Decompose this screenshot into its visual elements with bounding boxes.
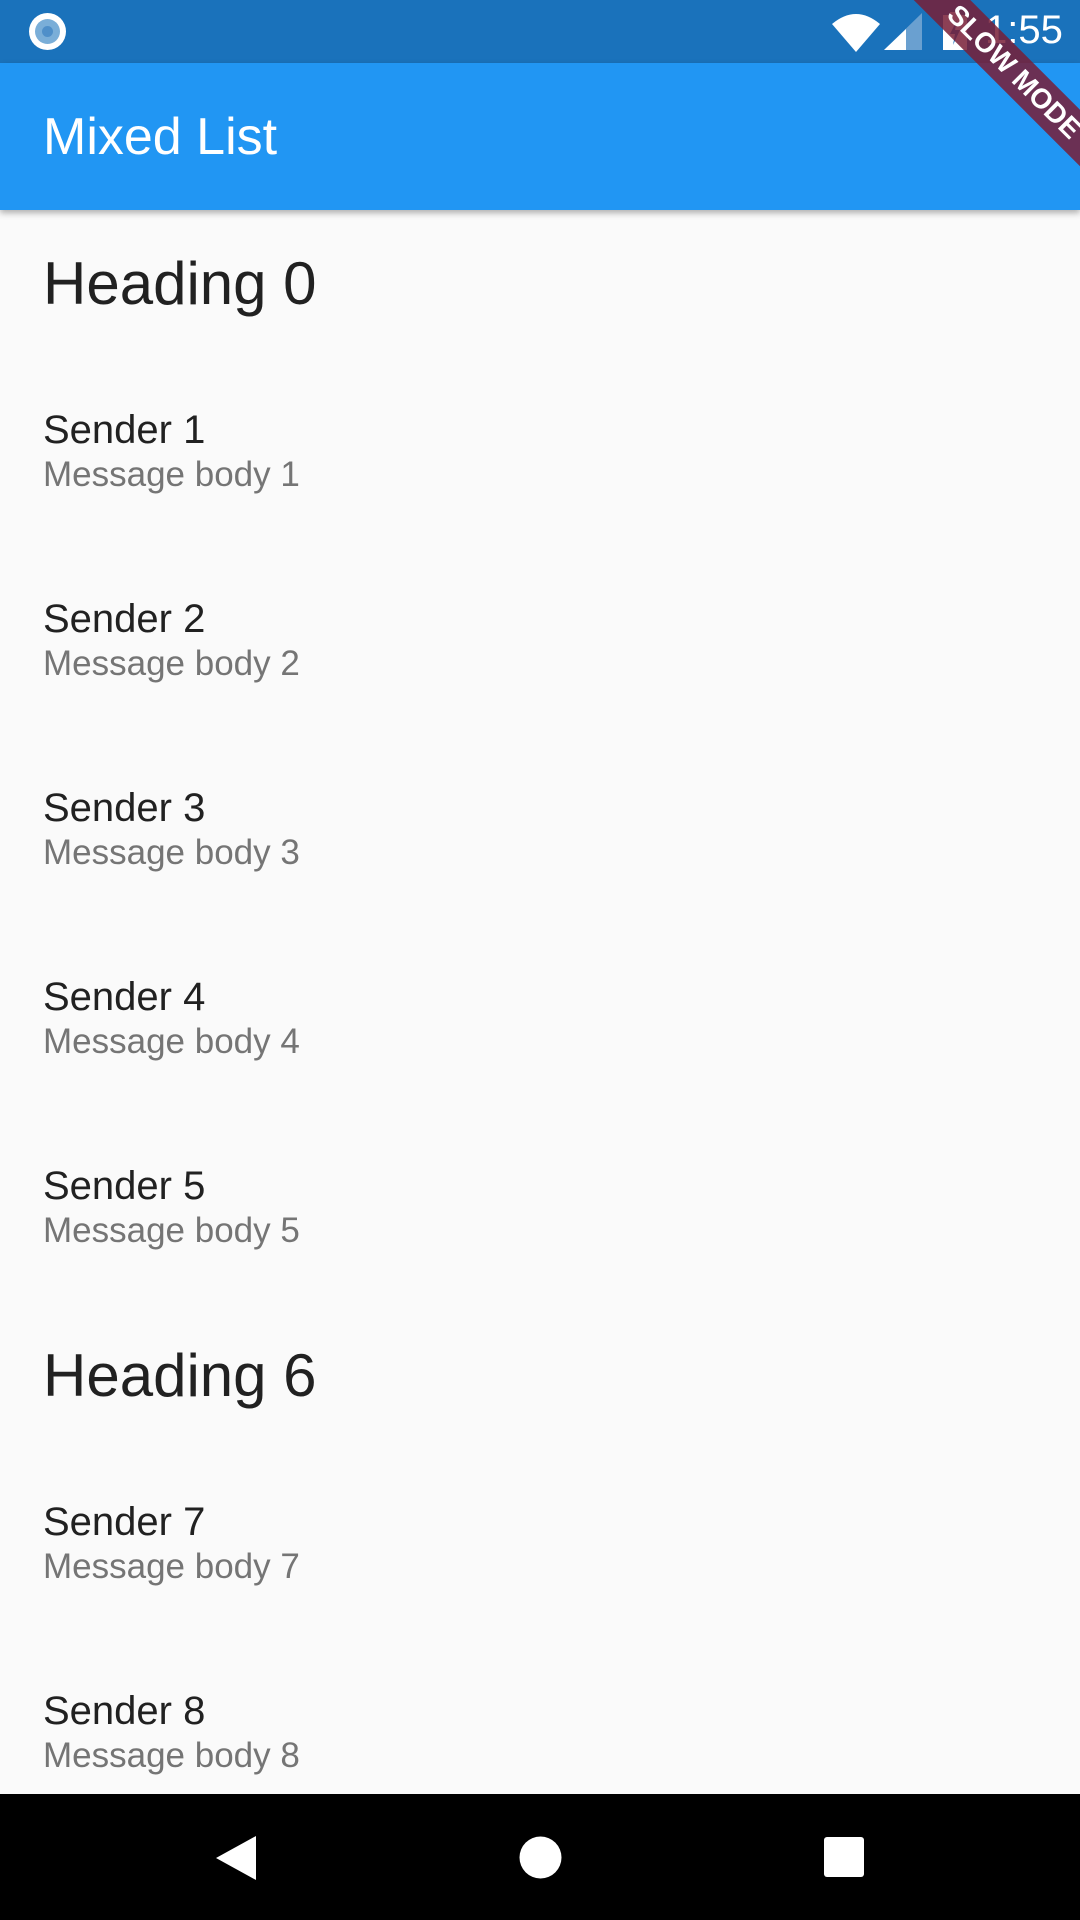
message-body: Message body 4 bbox=[43, 1021, 300, 1061]
list-heading: Heading 6 bbox=[43, 1342, 317, 1409]
message-body: Message body 5 bbox=[43, 1210, 300, 1250]
mixed-list[interactable]: Heading 0 Sender 1 Message body 1 Sender … bbox=[0, 210, 1080, 1827]
message-body: Message body 7 bbox=[43, 1546, 300, 1586]
list-item[interactable]: Sender 4 Message body 4 bbox=[0, 924, 1080, 1113]
message-body: Message body 2 bbox=[43, 643, 300, 683]
list-heading: Heading 0 bbox=[43, 250, 317, 317]
sender: Sender 3 bbox=[43, 785, 206, 830]
home-icon[interactable] bbox=[519, 1836, 562, 1884]
app-bar: Mixed List bbox=[0, 63, 1080, 210]
list-item[interactable]: Sender 3 Message body 3 bbox=[0, 735, 1080, 924]
message-body: Message body 1 bbox=[43, 454, 300, 494]
status-bar: 1:55 bbox=[0, 0, 1080, 63]
sender: Sender 8 bbox=[43, 1688, 206, 1733]
list-item[interactable]: Sender 5 Message body 5 bbox=[0, 1113, 1080, 1302]
notification-dot-icon bbox=[29, 13, 66, 50]
battery-charging-icon bbox=[943, 12, 967, 50]
list-item[interactable]: Sender 7 Message body 7 bbox=[0, 1449, 1080, 1638]
back-icon[interactable] bbox=[216, 1836, 256, 1885]
sender: Sender 4 bbox=[43, 974, 206, 1019]
recents-icon[interactable] bbox=[824, 1837, 864, 1882]
list-item[interactable]: Sender 2 Message body 2 bbox=[0, 546, 1080, 735]
sender: Sender 5 bbox=[43, 1163, 206, 1208]
page-title: Mixed List bbox=[43, 108, 278, 166]
cell-signal-icon bbox=[884, 13, 922, 50]
navigation-bar bbox=[0, 1794, 1080, 1920]
message-body: Message body 8 bbox=[43, 1735, 300, 1775]
sender: Sender 1 bbox=[43, 407, 206, 452]
status-time: 1:55 bbox=[985, 8, 1063, 52]
sender: Sender 2 bbox=[43, 596, 206, 641]
message-body: Message body 3 bbox=[43, 832, 300, 872]
wifi-icon bbox=[832, 14, 880, 52]
sender: Sender 7 bbox=[43, 1499, 206, 1544]
list-item[interactable]: Sender 1 Message body 1 bbox=[0, 357, 1080, 546]
